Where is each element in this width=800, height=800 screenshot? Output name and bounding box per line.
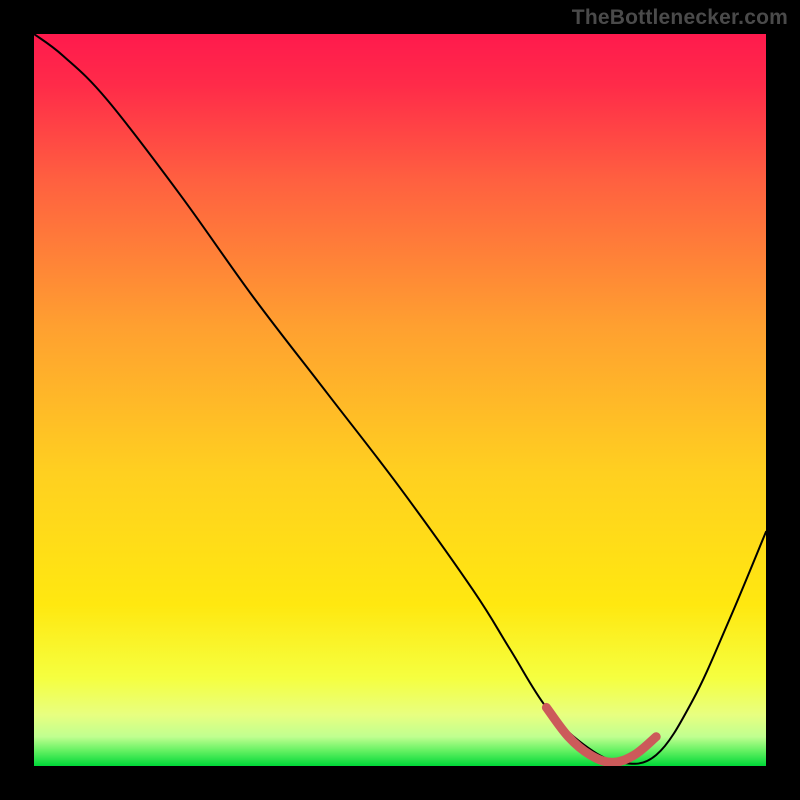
gradient-background <box>34 34 766 766</box>
chart-svg <box>34 34 766 766</box>
watermark-text: TheBottlenecker.com <box>572 6 788 30</box>
bottleneck-chart <box>34 34 766 766</box>
